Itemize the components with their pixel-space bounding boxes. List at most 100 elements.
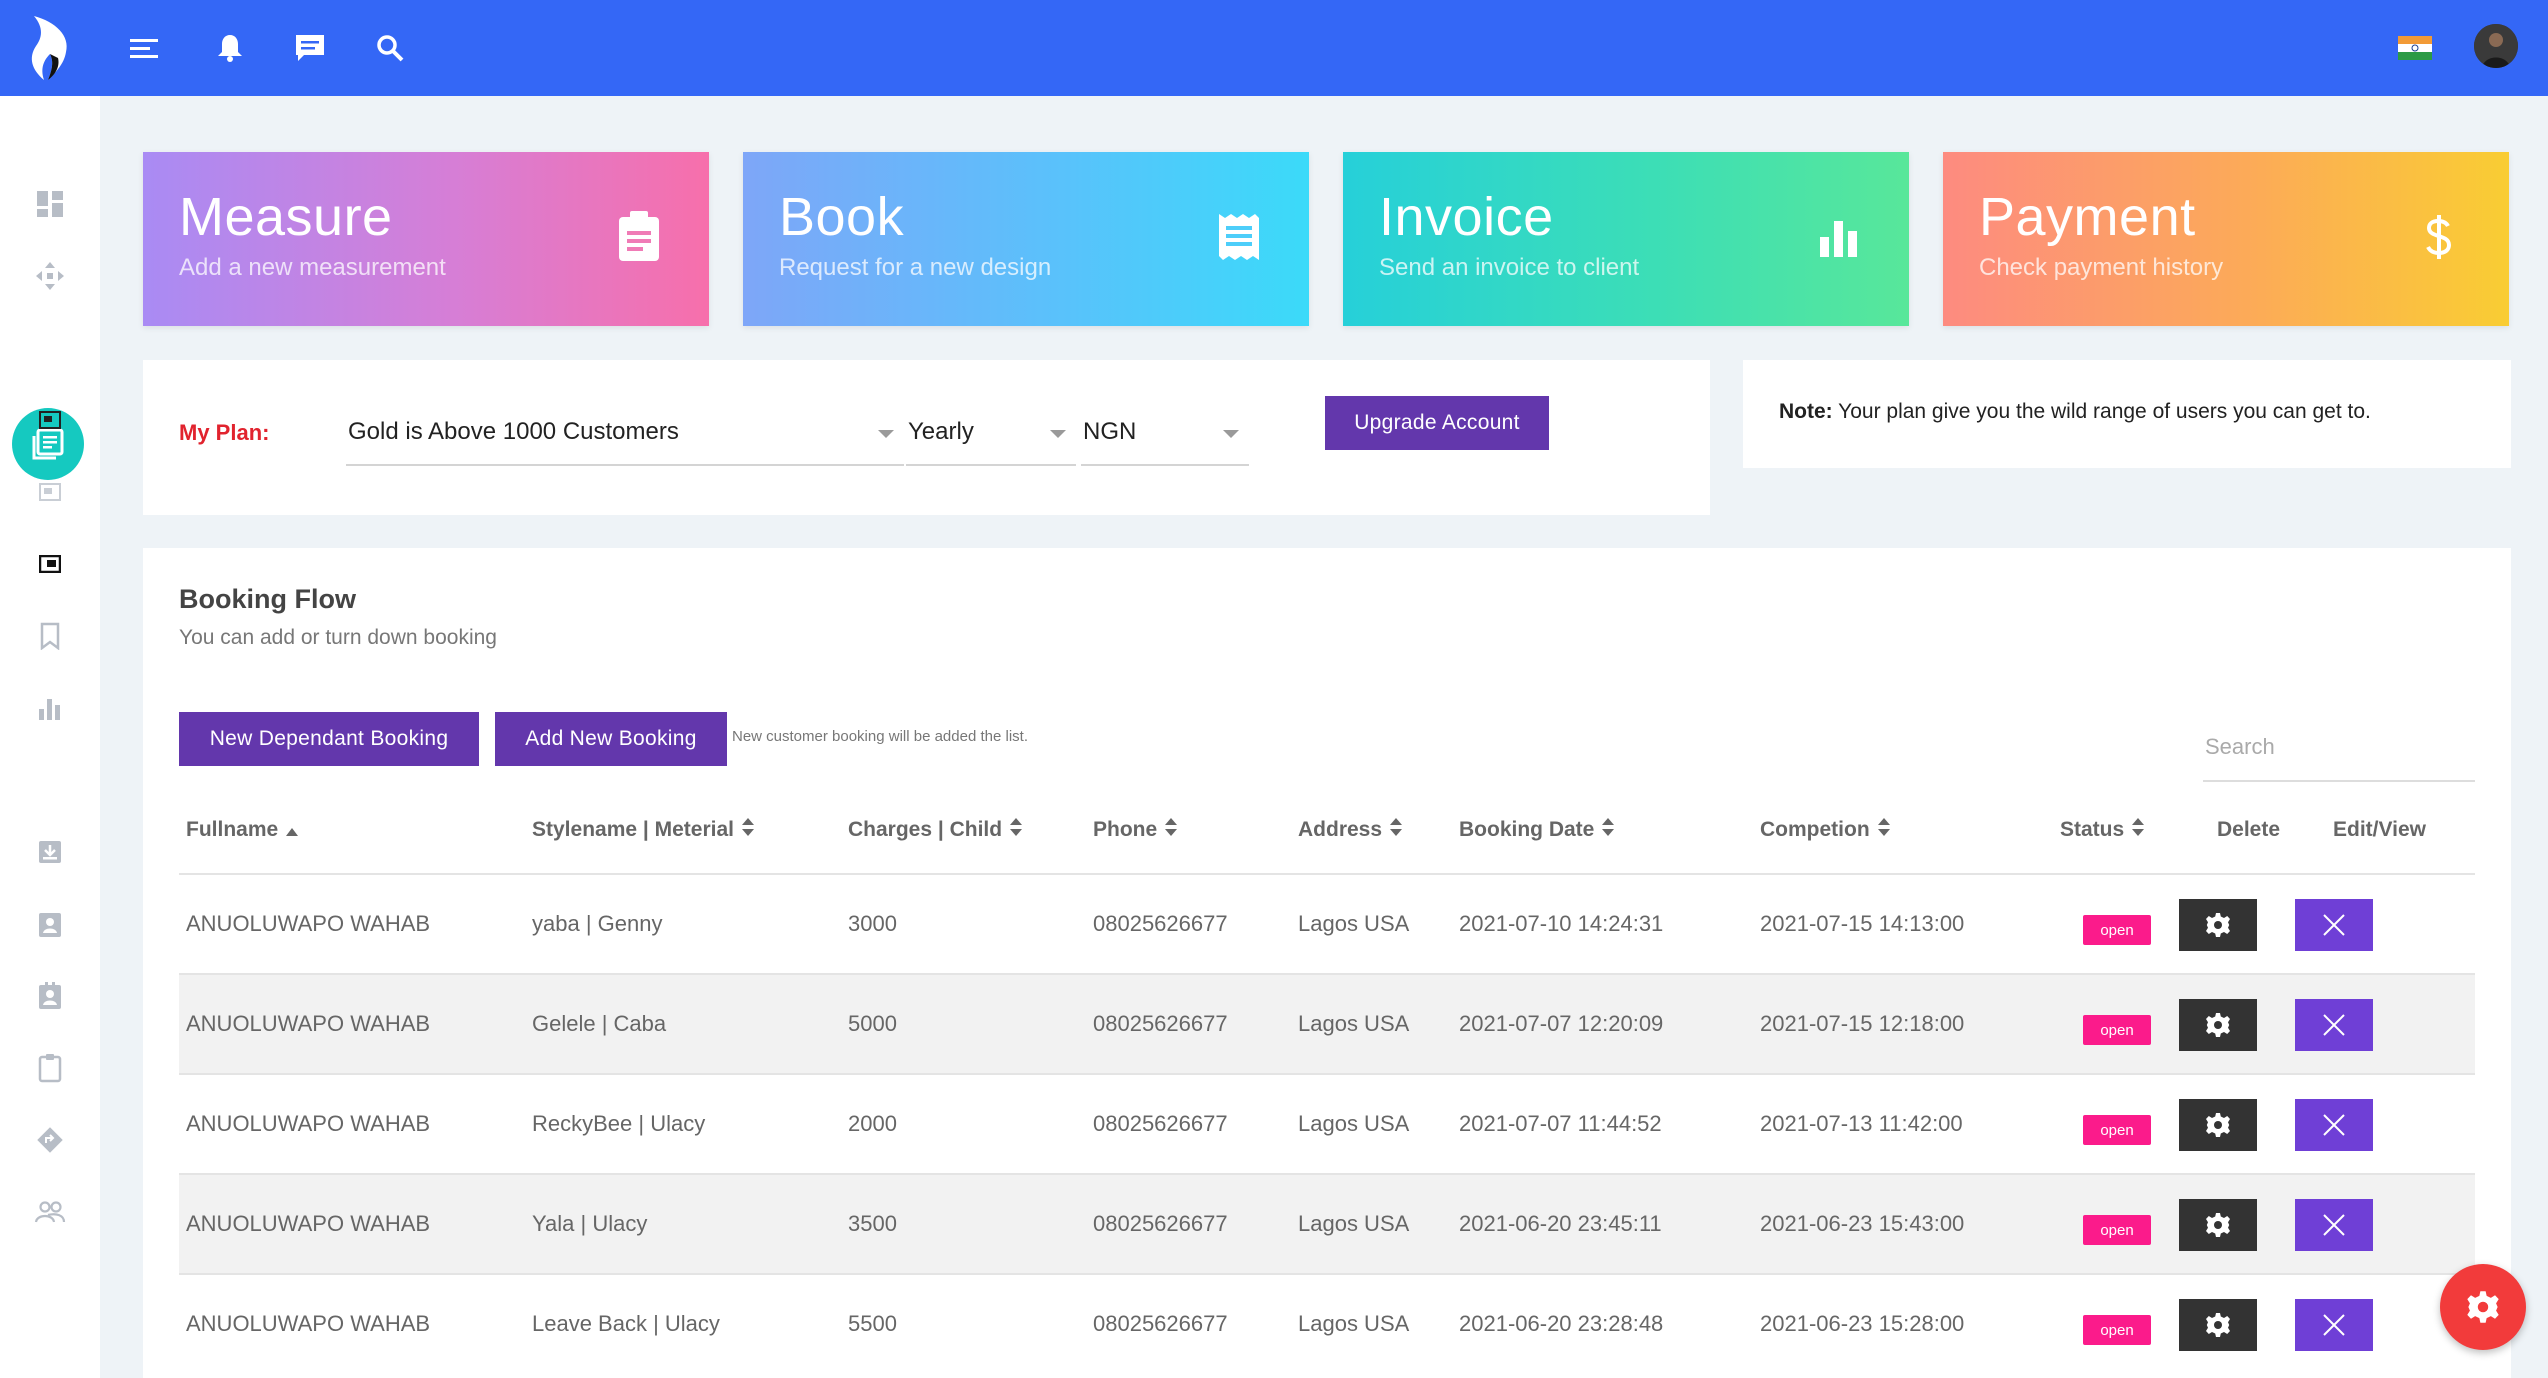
cell-phone: 08025626677	[1093, 1311, 1228, 1336]
people-icon[interactable]	[0, 1182, 100, 1242]
cell-fullname: ANUOLUWAPO WAHAB	[186, 911, 431, 936]
upgrade-account-button[interactable]: Upgrade Account	[1325, 396, 1549, 450]
cell-stylename: Leave Back | Ulacy	[532, 1311, 720, 1336]
edit-view-button[interactable]	[2295, 999, 2373, 1051]
status-badge: open	[2083, 1115, 2151, 1145]
new-dependant-booking-button[interactable]: New Dependant Booking	[179, 712, 479, 766]
edit-view-button[interactable]	[2295, 1299, 2373, 1351]
directions-icon[interactable]	[0, 1110, 100, 1170]
search-icon[interactable]	[370, 28, 410, 68]
close-icon	[2323, 1214, 2345, 1236]
edit-view-button[interactable]	[2295, 899, 2373, 951]
screen-outline-icon[interactable]	[0, 462, 100, 522]
delete-button[interactable]	[2179, 899, 2257, 951]
cell-booking-date: 2021-07-07 12:20:09	[1459, 1011, 1664, 1036]
invoice-card[interactable]: Invoice Send an invoice to client	[1343, 152, 1909, 326]
column-header-label: Charges | Child	[848, 818, 1003, 841]
close-icon	[2323, 1114, 2345, 1136]
sort-icon	[1010, 818, 1023, 842]
cycle-select[interactable]: Yearly	[906, 406, 1076, 466]
table-row[interactable]: ANUOLUWAPO WAHAB ReckyBee | Ulacy 2000 0…	[179, 1073, 2475, 1173]
delete-button[interactable]	[2179, 1099, 2257, 1151]
column-header-stylename[interactable]: Stylename | Meterial	[532, 818, 754, 842]
dashboard-icon[interactable]	[0, 174, 100, 234]
gear-icon	[2206, 1013, 2230, 1037]
booking-title: Booking Flow	[179, 584, 356, 614]
cell-completion: 2021-07-15 14:13:00	[1760, 911, 1965, 936]
note-bold: Note:	[1779, 400, 1833, 423]
note-text: Note: Your plan give you the wild range …	[1779, 400, 2371, 424]
sidebar	[0, 96, 100, 1378]
sort-icon	[1390, 818, 1403, 842]
add-new-booking-button[interactable]: Add New Booking	[495, 712, 727, 766]
delete-button[interactable]	[2179, 999, 2257, 1051]
table-row[interactable]: ANUOLUWAPO WAHAB yaba | Genny 3000 08025…	[179, 873, 2475, 973]
contact-icon[interactable]	[0, 894, 100, 954]
bar-chart-icon	[1809, 207, 1869, 267]
column-header-fullname[interactable]: Fullname	[186, 818, 299, 842]
cell-address: Lagos USA	[1298, 1011, 1410, 1036]
cell-stylename: Yala | Ulacy	[532, 1211, 648, 1236]
india-flag-icon[interactable]	[2398, 36, 2432, 60]
move-icon[interactable]	[0, 246, 100, 306]
cell-charges: 2000	[848, 1111, 897, 1136]
gear-icon	[2206, 913, 2230, 937]
payment-card[interactable]: Payment Check payment history	[1943, 152, 2509, 326]
cell-booking-date: 2021-07-10 14:24:31	[1459, 911, 1664, 936]
bookmark-icon[interactable]	[0, 606, 100, 666]
cell-address: Lagos USA	[1298, 1111, 1410, 1136]
search-input[interactable]: Search	[2203, 718, 2475, 782]
sort-icon	[2132, 818, 2145, 842]
column-header-charges[interactable]: Charges | Child	[848, 818, 1023, 842]
table-row[interactable]: ANUOLUWAPO WAHAB Gelele | Caba 5000 0802…	[179, 973, 2475, 1073]
column-header-status[interactable]: Status	[2060, 818, 2145, 842]
download-icon[interactable]	[0, 822, 100, 882]
cell-phone: 08025626677	[1093, 1211, 1228, 1236]
bell-icon[interactable]	[210, 28, 250, 68]
column-header-completion[interactable]: Competion	[1760, 818, 1890, 842]
column-header-label: Stylename | Meterial	[532, 818, 734, 841]
cell-charges: 5500	[848, 1311, 897, 1336]
settings-fab-button[interactable]	[2440, 1264, 2526, 1350]
receipt-icon	[1209, 207, 1269, 267]
card-subtitle: Check payment history	[1979, 254, 2224, 281]
brand-logo[interactable]	[26, 12, 78, 84]
contact-alt-icon[interactable]	[0, 966, 100, 1026]
cell-address: Lagos USA	[1298, 911, 1410, 936]
window-icon[interactable]	[0, 534, 100, 594]
cell-address: Lagos USA	[1298, 1211, 1410, 1236]
clipboard-icon[interactable]	[0, 1038, 100, 1098]
plan-select[interactable]: Gold is Above 1000 Customers	[346, 406, 904, 466]
sort-icon	[741, 818, 754, 842]
currency-select[interactable]: NGN	[1081, 406, 1249, 466]
edit-view-button[interactable]	[2295, 1099, 2373, 1151]
booking-panel: Booking Flow You can add or turn down bo…	[143, 548, 2511, 1378]
column-header-label: Status	[2060, 818, 2125, 841]
currency-select-value: NGN	[1083, 418, 1137, 445]
booking-subtitle: You can add or turn down booking	[179, 626, 497, 649]
status-badge: open	[2083, 915, 2151, 945]
cell-charges: 5000	[848, 1011, 897, 1036]
menu-icon[interactable]	[124, 28, 164, 68]
edit-view-button[interactable]	[2295, 1199, 2373, 1251]
chart-icon[interactable]	[0, 678, 100, 738]
close-icon	[2323, 1014, 2345, 1036]
cell-fullname: ANUOLUWAPO WAHAB	[186, 1111, 431, 1136]
measure-card[interactable]: Measure Add a new measurement	[143, 152, 709, 326]
gear-icon	[2206, 1213, 2230, 1237]
chat-icon[interactable]	[290, 28, 330, 68]
screen-icon[interactable]	[0, 390, 100, 450]
card-title: Payment	[1979, 187, 2196, 247]
user-avatar[interactable]	[2474, 24, 2518, 68]
book-card[interactable]: Book Request for a new design	[743, 152, 1309, 326]
chevron-down-icon	[1223, 430, 1239, 438]
column-header-address[interactable]: Address	[1298, 818, 1403, 842]
table-row[interactable]: ANUOLUWAPO WAHAB Leave Back | Ulacy 5500…	[179, 1273, 2475, 1373]
status-badge: open	[2083, 1315, 2151, 1345]
column-header-booking-date[interactable]: Booking Date	[1459, 818, 1615, 842]
column-header-phone[interactable]: Phone	[1093, 818, 1178, 842]
delete-button[interactable]	[2179, 1199, 2257, 1251]
table-row[interactable]: ANUOLUWAPO WAHAB Yala | Ulacy 3500 08025…	[179, 1173, 2475, 1273]
delete-button[interactable]	[2179, 1299, 2257, 1351]
card-title: Invoice	[1379, 187, 1554, 247]
